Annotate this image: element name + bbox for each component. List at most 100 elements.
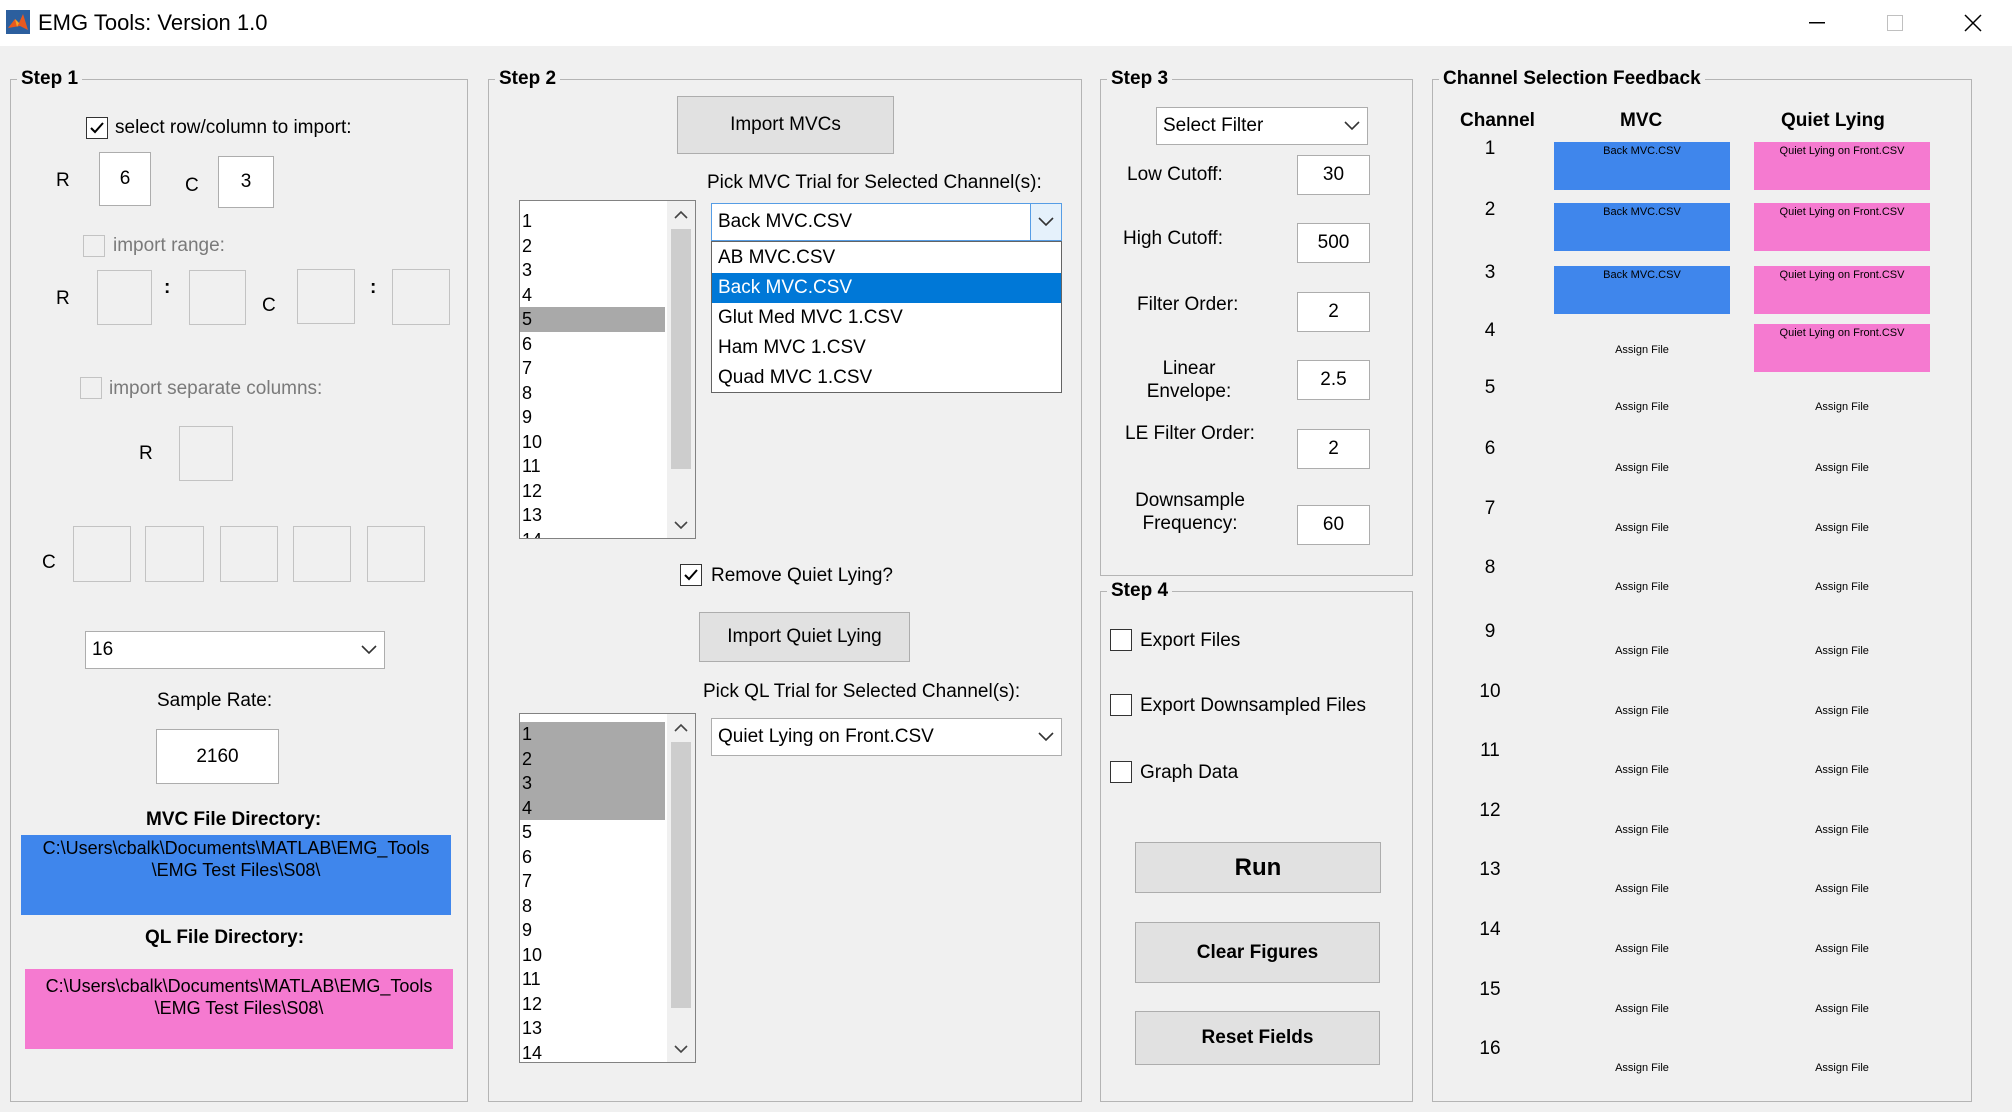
ql-feedback-cell: Quiet Lying on Front.CSV — [1754, 324, 1930, 372]
export-files-checkbox[interactable] — [1110, 629, 1132, 651]
import-mvcs-button[interactable]: Import MVCs — [677, 96, 894, 154]
sep-col-input-2[interactable] — [145, 526, 204, 582]
clear-figures-button[interactable]: Clear Figures — [1135, 922, 1380, 983]
filter-select-value: Select Filter — [1163, 115, 1264, 136]
list-item[interactable]: 9 — [520, 405, 665, 430]
list-item[interactable]: 6 — [520, 845, 665, 870]
linear-envelope-input[interactable]: 2.5 — [1297, 360, 1370, 400]
import-separate-checkbox[interactable] — [80, 377, 102, 399]
ql-list-scrollbar[interactable] — [667, 714, 695, 1062]
mvc-directory-box[interactable]: C:\Users\cbalk\Documents\MATLAB\EMG_Tool… — [21, 835, 451, 915]
mvc-list-scrollbar[interactable] — [667, 201, 695, 538]
list-item[interactable]: 5 — [520, 307, 665, 332]
sep-col-input-1[interactable] — [73, 526, 131, 582]
select-rc-checkbox[interactable] — [86, 117, 108, 139]
mvc-option[interactable]: Ham MVC 1.CSV — [712, 333, 1061, 363]
list-item[interactable]: 5 — [520, 820, 665, 845]
list-item[interactable]: 3 — [520, 771, 665, 796]
list-item[interactable]: 11 — [520, 967, 665, 992]
import-range-checkbox[interactable] — [83, 235, 105, 257]
list-item[interactable]: 8 — [520, 894, 665, 919]
list-item[interactable]: 7 — [520, 869, 665, 894]
linear-envelope-line1: Linear — [1162, 358, 1216, 379]
remove-ql-checkbox[interactable] — [680, 564, 702, 586]
mvc-option[interactable]: Glut Med MVC 1.CSV — [712, 303, 1061, 333]
channel-number: 6 — [1484, 438, 1496, 459]
close-button[interactable] — [1938, 2, 2008, 44]
scroll-thumb[interactable] — [671, 229, 691, 469]
list-item[interactable]: 13 — [520, 1016, 665, 1041]
scroll-down-arrow-icon[interactable] — [667, 512, 695, 538]
maximize-icon — [1887, 15, 1903, 31]
list-item[interactable]: 4 — [520, 283, 665, 308]
list-item[interactable]: 9 — [520, 918, 665, 943]
maximize-button[interactable] — [1860, 2, 1930, 44]
ql-directory-box[interactable]: C:\Users\cbalk\Documents\MATLAB\EMG_Tool… — [25, 969, 453, 1049]
low-cutoff-input[interactable]: 30 — [1297, 155, 1370, 195]
col-mvc-header: MVC — [1620, 110, 1663, 131]
list-item[interactable]: 10 — [520, 943, 665, 968]
list-item[interactable]: 10 — [520, 430, 665, 455]
range-row-start-input[interactable] — [97, 270, 152, 325]
list-item[interactable]: 2 — [520, 746, 665, 771]
reset-fields-button[interactable]: Reset Fields — [1135, 1011, 1380, 1065]
scroll-up-arrow-icon[interactable] — [667, 714, 695, 740]
list-item[interactable]: 2 — [520, 234, 665, 259]
ql-trial-select[interactable]: Quiet Lying on Front.CSV — [711, 718, 1062, 756]
le-filter-order-input[interactable]: 2 — [1297, 429, 1370, 469]
list-item[interactable]: 8 — [520, 381, 665, 406]
range-colon-2: : — [370, 277, 377, 298]
ql-feedback-cell: Quiet Lying on Front.CSV — [1754, 266, 1930, 314]
row-input[interactable]: 6 — [99, 152, 151, 206]
list-item[interactable]: 7 — [520, 356, 665, 381]
minimize-button[interactable] — [1782, 2, 1852, 44]
import-quiet-lying-button[interactable]: Import Quiet Lying — [699, 612, 910, 662]
range-col-end-input[interactable] — [392, 269, 450, 325]
list-item[interactable]: 1 — [520, 209, 665, 234]
ql-channel-listbox[interactable]: 1 2 3 4 5 6 7 8 9 10 11 12 13 14 — [519, 713, 696, 1063]
mvc-channel-listbox[interactable]: 1234567891011121314 — [519, 200, 696, 539]
list-item[interactable]: 11 — [520, 454, 665, 479]
list-item[interactable]: 4 — [520, 795, 665, 820]
ql-channel-items: 1 2 3 4 5 6 7 8 9 10 11 12 13 14 — [520, 722, 665, 1063]
high-cutoff-input[interactable]: 500 — [1297, 223, 1370, 263]
export-downsampled-checkbox[interactable] — [1110, 694, 1132, 716]
list-item[interactable]: 12 — [520, 479, 665, 504]
mvc-feedback-cell: Back MVC.CSV — [1554, 142, 1730, 190]
scroll-up-arrow-icon[interactable] — [667, 201, 695, 227]
sample-rate-input[interactable]: 2160 — [156, 729, 279, 784]
sep-row-input[interactable] — [179, 426, 233, 481]
mvc-option[interactable]: Back MVC.CSV — [712, 273, 1061, 303]
mvc-feedback-cell: Assign File — [1615, 401, 1669, 413]
list-item[interactable]: 12 — [520, 992, 665, 1017]
list-item[interactable]: 14 — [520, 528, 665, 539]
mvc-feedback-cell: Assign File — [1615, 943, 1669, 955]
range-col-start-input[interactable] — [297, 269, 355, 324]
range-row-end-input[interactable] — [189, 270, 246, 325]
sep-col-input-4[interactable] — [293, 526, 351, 582]
mvc-feedback-cell: Assign File — [1615, 344, 1669, 356]
run-button[interactable]: Run — [1135, 842, 1381, 893]
sep-col-input-3[interactable] — [220, 526, 278, 582]
scroll-thumb[interactable] — [671, 742, 691, 1008]
scroll-down-arrow-icon[interactable] — [667, 1036, 695, 1062]
mvc-option[interactable]: Quad MVC 1.CSV — [712, 363, 1061, 393]
list-item[interactable]: 6 — [520, 332, 665, 357]
feedback-legend: Channel Selection Feedback — [1443, 68, 1701, 89]
mvc-trial-select[interactable]: Back MVC.CSV — [711, 203, 1062, 241]
channel-number: 12 — [1479, 800, 1501, 821]
r-label: R — [56, 170, 70, 191]
channel-count-select[interactable]: 16 — [85, 631, 385, 669]
column-input[interactable]: 3 — [218, 156, 274, 208]
mvc-option[interactable]: AB MVC.CSV — [712, 243, 1061, 273]
filter-order-input[interactable]: 2 — [1297, 292, 1370, 332]
list-item[interactable]: 3 — [520, 258, 665, 283]
filter-select[interactable]: Select Filter — [1156, 107, 1368, 145]
list-item[interactable]: 14 — [520, 1041, 665, 1063]
list-item[interactable]: 1 — [520, 722, 665, 747]
sep-col-input-5[interactable] — [367, 526, 425, 582]
graph-data-checkbox[interactable] — [1110, 761, 1132, 783]
list-item[interactable]: 13 — [520, 503, 665, 528]
title-bar: EMG Tools: Version 1.0 — [0, 0, 2012, 46]
downsample-input[interactable]: 60 — [1297, 505, 1370, 545]
